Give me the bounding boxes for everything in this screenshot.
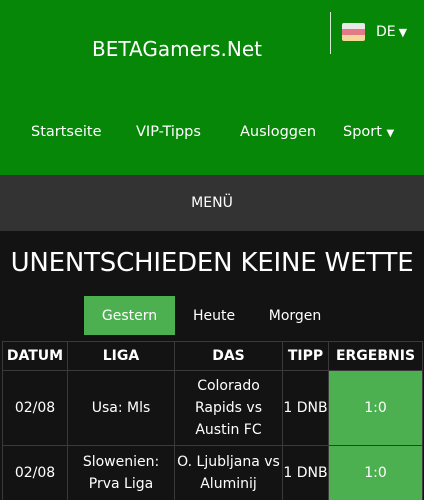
col-header-liga: LIGA: [67, 341, 175, 371]
chevron-down-icon: ▼: [386, 128, 395, 139]
site-logo[interactable]: BETAGamers.Net: [92, 37, 262, 61]
cell-match: O. Ljubljana vs Aluminij: [174, 445, 283, 500]
day-tabs: Gestern Heute Morgen: [84, 296, 337, 335]
tab-morgen[interactable]: Morgen: [253, 296, 337, 335]
cell-date: 02/08: [2, 370, 68, 446]
menu-label: MENÜ: [191, 195, 233, 211]
site-header: BETAGamers.Net DE ▼ Startseite VIP-Tipps…: [0, 0, 424, 175]
cell-tip: 1 DNB: [282, 370, 329, 446]
main-nav: Startseite VIP-Tipps Ausloggen Sport ▼: [0, 124, 424, 146]
cell-tip: 1 DNB: [282, 445, 329, 500]
german-flag-icon: [342, 23, 365, 41]
table-row: 02/08 Slowenien: Prva Liga O. Ljubljana …: [2, 445, 423, 500]
header-divider: [330, 12, 331, 54]
cell-league: Usa: Mls: [67, 370, 175, 446]
language-code: DE: [376, 24, 396, 40]
col-header-tipp: TIPP: [282, 341, 329, 371]
col-header-datum: DATUM: [2, 341, 68, 371]
language-selector[interactable]: DE ▼: [342, 23, 407, 41]
nav-sport-label: Sport: [343, 124, 382, 140]
nav-ausloggen[interactable]: Ausloggen: [240, 124, 316, 140]
cell-result: 1:0: [328, 445, 423, 500]
nav-sport[interactable]: Sport ▼: [343, 124, 394, 140]
cell-date: 02/08: [2, 445, 68, 500]
table-header-row: DATUM LIGA DAS TIPP ERGEBNIS: [2, 341, 423, 371]
col-header-das: DAS: [174, 341, 283, 371]
nav-vip-tipps[interactable]: VIP-Tipps: [136, 124, 201, 140]
nav-startseite[interactable]: Startseite: [31, 124, 102, 140]
tab-gestern[interactable]: Gestern: [84, 296, 175, 335]
chevron-down-icon: ▼: [398, 25, 408, 39]
table-row: 02/08 Usa: Mls Colorado Rapids vs Austin…: [2, 370, 423, 446]
page-title: UNENTSCHIEDEN KEINE WETTE: [10, 248, 414, 278]
tab-heute[interactable]: Heute: [175, 296, 253, 335]
tips-table: DATUM LIGA DAS TIPP ERGEBNIS 02/08 Usa: …: [2, 341, 423, 500]
col-header-ergebnis: ERGEBNIS: [328, 341, 423, 371]
cell-league: Slowenien: Prva Liga: [67, 445, 175, 500]
menu-toggle[interactable]: MENÜ: [0, 175, 424, 231]
cell-result: 1:0: [328, 370, 423, 446]
cell-match: Colorado Rapids vs Austin FC: [174, 370, 283, 446]
